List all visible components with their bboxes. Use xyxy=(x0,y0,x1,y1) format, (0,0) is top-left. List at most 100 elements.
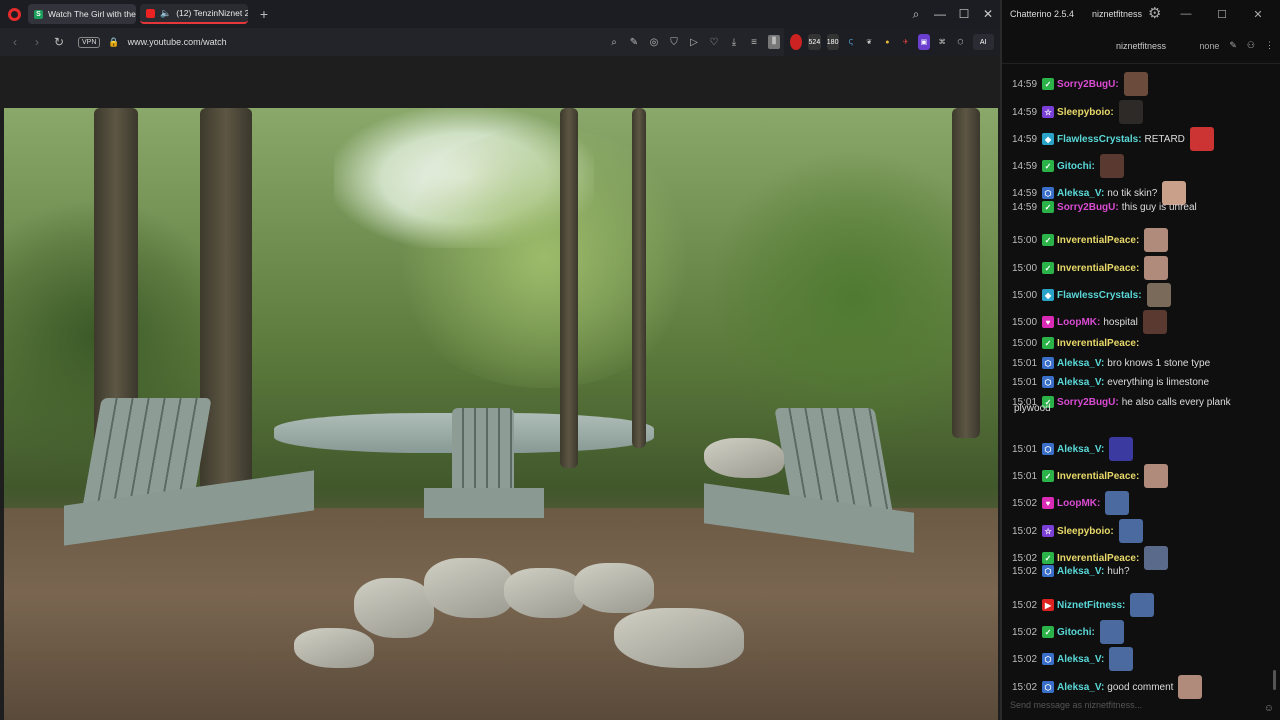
reload-icon[interactable]: ↻ xyxy=(52,35,66,49)
chat-message[interactable]: 15:01 ⬡ Aleksa_V: xyxy=(1012,437,1134,461)
new-tab-button[interactable]: + xyxy=(254,4,274,24)
emote-icon[interactable] xyxy=(1105,491,1130,515)
vpn-badge[interactable]: VPN xyxy=(78,36,101,48)
purple-badge-icon[interactable]: ☆ xyxy=(1042,106,1055,118)
message-username[interactable]: Sleepyboio: xyxy=(1057,107,1114,118)
settings-gear-icon[interactable]: ⚙ xyxy=(1148,4,1166,22)
message-username[interactable]: NiznetFitness: xyxy=(1057,600,1125,611)
emote-icon[interactable] xyxy=(1144,546,1169,570)
message-username[interactable]: InverentialPeace: xyxy=(1057,338,1139,349)
chat-message[interactable]: 14:59 ✓ Gitochi: xyxy=(1012,154,1124,178)
message-username[interactable]: InverentialPeace: xyxy=(1057,553,1139,564)
message-username[interactable]: Aleksa_V: xyxy=(1057,358,1104,369)
message-username[interactable]: LoopMK: xyxy=(1057,498,1100,509)
message-username[interactable]: Gitochi: xyxy=(1057,161,1095,172)
blue-badge-icon[interactable]: ⬡ xyxy=(1042,357,1055,369)
green-badge-icon[interactable]: ✓ xyxy=(1042,201,1055,213)
message-username[interactable]: Sorry2BugU: xyxy=(1057,397,1119,408)
flag-extension-icon[interactable]: ✈ xyxy=(899,34,912,50)
emote-icon[interactable] xyxy=(1144,256,1169,280)
chat-message[interactable]: 15:02 ▶ NiznetFitness: xyxy=(1012,593,1155,617)
puzzle-extension-icon[interactable]: ⌘ xyxy=(936,34,949,50)
ai-button[interactable]: AI xyxy=(972,34,994,50)
chat-message[interactable]: 15:02 ⬡ Aleksa_V: huh? xyxy=(1012,565,1130,577)
emote-icon[interactable] xyxy=(1130,593,1155,617)
blue-badge-icon[interactable]: ⬡ xyxy=(1042,681,1055,693)
emote-icon[interactable] xyxy=(1099,620,1124,644)
chat-message[interactable]: 15:01 ⬡ Aleksa_V: everything is limestone xyxy=(1012,376,1209,388)
message-list[interactable]: 14:59 ✓ Sorry2BugU: 14:59 ☆ Sleepyboio: 14:59 ◆… xyxy=(1004,60,1274,699)
maximize-button[interactable]: ☐ xyxy=(952,7,976,21)
message-username[interactable]: InverentialPeace: xyxy=(1057,471,1139,482)
emote-icon[interactable] xyxy=(1189,127,1214,151)
chat-message[interactable]: 15:00 ♥ LoopMK: hospital xyxy=(1012,310,1167,334)
purple-badge-icon[interactable]: ☆ xyxy=(1042,525,1055,537)
green-badge-icon[interactable]: ✓ xyxy=(1042,626,1055,638)
close-button[interactable]: ✕ xyxy=(976,7,1000,21)
search-tabs-icon[interactable]: ⌕ xyxy=(904,7,928,22)
message-username[interactable]: Gitochi: xyxy=(1057,627,1095,638)
green-badge-icon[interactable]: ✓ xyxy=(1042,234,1055,246)
users-icon[interactable]: ⚇ xyxy=(1247,40,1255,51)
menu-icon[interactable]: ≡ xyxy=(748,37,760,48)
message-username[interactable]: Aleksa_V: xyxy=(1057,566,1104,577)
minimize-button[interactable]: — xyxy=(928,7,952,21)
chat-message[interactable]: 14:59 ◆ FlawlessCrystals: RETARD xyxy=(1012,127,1214,151)
puzzle2-extension-icon[interactable]: ⬡ xyxy=(954,34,967,50)
blue-badge-icon[interactable]: ⬡ xyxy=(1042,376,1055,388)
emote-icon[interactable] xyxy=(1118,100,1143,124)
chat-message[interactable]: 15:00 ✓ InverentialPeace: xyxy=(1012,337,1139,349)
emote-icon[interactable] xyxy=(1142,310,1167,334)
heart-icon[interactable]: ♡ xyxy=(708,37,720,48)
cyan-badge-icon[interactable]: ◆ xyxy=(1042,289,1055,301)
close-button[interactable]: ✕ xyxy=(1240,8,1276,21)
download-icon[interactable]: ⤓ xyxy=(728,37,740,48)
play-icon[interactable]: ▷ xyxy=(688,37,700,48)
lock-icon[interactable]: 🔒 xyxy=(108,37,119,48)
more-icon[interactable]: ⋮ xyxy=(1265,40,1274,51)
emote-icon[interactable] xyxy=(1118,519,1143,543)
chat-message[interactable]: 15:02 ⬡ Aleksa_V: xyxy=(1012,647,1134,671)
blue-badge-icon[interactable]: ⬡ xyxy=(1042,443,1055,455)
pink-badge-icon[interactable]: ♥ xyxy=(1042,497,1055,509)
message-username[interactable]: Aleksa_V: xyxy=(1057,377,1104,388)
message-username[interactable]: Aleksa_V: xyxy=(1057,682,1104,693)
camera-icon[interactable]: ◎ xyxy=(648,37,660,48)
blue-badge-icon[interactable]: ⬡ xyxy=(1042,565,1055,577)
minimize-button[interactable]: — xyxy=(1168,8,1204,20)
emote-icon[interactable] xyxy=(1146,283,1171,307)
message-username[interactable]: Aleksa_V: xyxy=(1057,188,1104,199)
red-badge-icon[interactable]: ▶ xyxy=(1042,599,1055,611)
message-username[interactable]: Aleksa_V: xyxy=(1057,444,1104,455)
emote-icon[interactable] xyxy=(1144,228,1169,252)
emote-icon[interactable] xyxy=(1144,464,1169,488)
message-username[interactable]: InverentialPeace: xyxy=(1057,235,1139,246)
cyan-badge-icon[interactable]: ◆ xyxy=(1042,133,1055,145)
adblock-extension-icon[interactable] xyxy=(790,34,803,50)
chat-message[interactable]: 15:00 ✓ InverentialPeace: xyxy=(1012,256,1169,280)
forward-icon[interactable]: › xyxy=(30,35,44,49)
translate-extension-icon[interactable]: Ꞔ xyxy=(844,34,857,50)
green-badge-icon[interactable]: ✓ xyxy=(1042,337,1055,349)
chat-scrollbar[interactable] xyxy=(1273,60,1276,690)
emote-icon[interactable] xyxy=(1123,72,1148,96)
message-username[interactable]: InverentialPeace: xyxy=(1057,263,1139,274)
chat-message[interactable]: 14:59 ☆ Sleepyboio: xyxy=(1012,100,1143,124)
message-username[interactable]: Sorry2BugU: xyxy=(1057,202,1119,213)
pink-badge-icon[interactable]: ♥ xyxy=(1042,316,1055,328)
search-icon[interactable]: ⌕ xyxy=(608,37,620,48)
emote-icon[interactable] xyxy=(1109,437,1134,461)
green-badge-icon[interactable]: ✓ xyxy=(1042,262,1055,274)
blue-badge-icon[interactable]: ⬡ xyxy=(1042,187,1055,199)
chat-message[interactable]: 15:02 ⬡ Aleksa_V: good comment xyxy=(1012,675,1203,699)
chat-message[interactable]: 14:59 ✓ Sorry2BugU: xyxy=(1012,72,1148,96)
video-player[interactable] xyxy=(4,108,998,720)
message-username[interactable]: Aleksa_V: xyxy=(1057,654,1104,665)
chat-message[interactable]: 14:59 ✓ Sorry2BugU: this guy is unreal xyxy=(1012,201,1197,213)
edit-icon[interactable]: ✎ xyxy=(628,37,640,48)
profile-icon[interactable]: ▮ xyxy=(768,35,780,49)
shield-icon[interactable]: ⛉ xyxy=(668,37,680,48)
emoji-icon[interactable]: ☺ xyxy=(1264,703,1274,714)
leaf-extension-icon[interactable]: ❦ xyxy=(863,34,876,50)
counter2-extension-icon[interactable]: 180 xyxy=(826,34,839,50)
